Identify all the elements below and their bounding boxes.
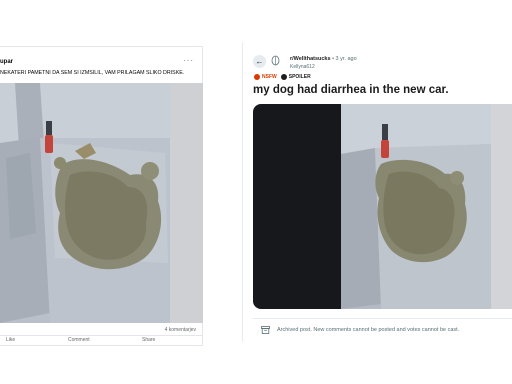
- comment-button[interactable]: Comment: [68, 337, 90, 343]
- car-seat-photo: [341, 104, 512, 309]
- nsfw-badge: NSFW: [254, 74, 277, 80]
- photo-edge-strip: [170, 83, 203, 323]
- nsfw-icon: [254, 74, 260, 80]
- post-author[interactable]: upar: [0, 59, 13, 65]
- archive-box-icon: [261, 325, 270, 334]
- back-arrow-icon[interactable]: ←: [253, 55, 266, 68]
- post-actions-bar: Like Comment Share: [0, 335, 203, 345]
- archived-notice: Archived post. New comments cannot be po…: [253, 318, 512, 340]
- post-photo[interactable]: [0, 83, 203, 323]
- post-photo: [341, 104, 512, 309]
- share-button[interactable]: Share: [142, 337, 155, 343]
- post-text: NEKATERI PAMETNI DA SEM SI IZMSILIL, VAM…: [0, 70, 185, 76]
- more-options-icon[interactable]: ···: [183, 56, 194, 65]
- spoiler-icon: [280, 74, 287, 80]
- archived-notice-text: Archived post. New comments cannot be po…: [277, 326, 460, 333]
- subreddit-name[interactable]: r/Wellthatsucks: [290, 56, 331, 62]
- post-flags: NSFW SPOILER: [254, 73, 311, 81]
- nsfw-label: NSFW: [262, 74, 277, 80]
- username[interactable]: Kellyna612: [290, 64, 315, 70]
- comment-count[interactable]: 4 komentarjev: [165, 327, 196, 333]
- subreddit-line: r/Wellthatsucks • 3 yr. ago: [290, 56, 357, 62]
- reddit-post: ← r/Wellthatsucks • 3 yr. ago Kellyna612…: [242, 42, 512, 342]
- facebook-post: upar ··· NEKATERI PAMETNI DA SEM SI IZMS…: [0, 46, 203, 346]
- post-title[interactable]: my dog had diarrhea in the new car.: [253, 84, 449, 96]
- like-button[interactable]: Like: [6, 337, 15, 343]
- spoiler-label: SPOILER: [288, 74, 311, 80]
- subreddit-avatar-icon[interactable]: [271, 55, 280, 66]
- post-media[interactable]: [253, 104, 512, 309]
- spoiler-badge: SPOILER: [280, 74, 311, 80]
- post-age: • 3 yr. ago: [330, 56, 357, 62]
